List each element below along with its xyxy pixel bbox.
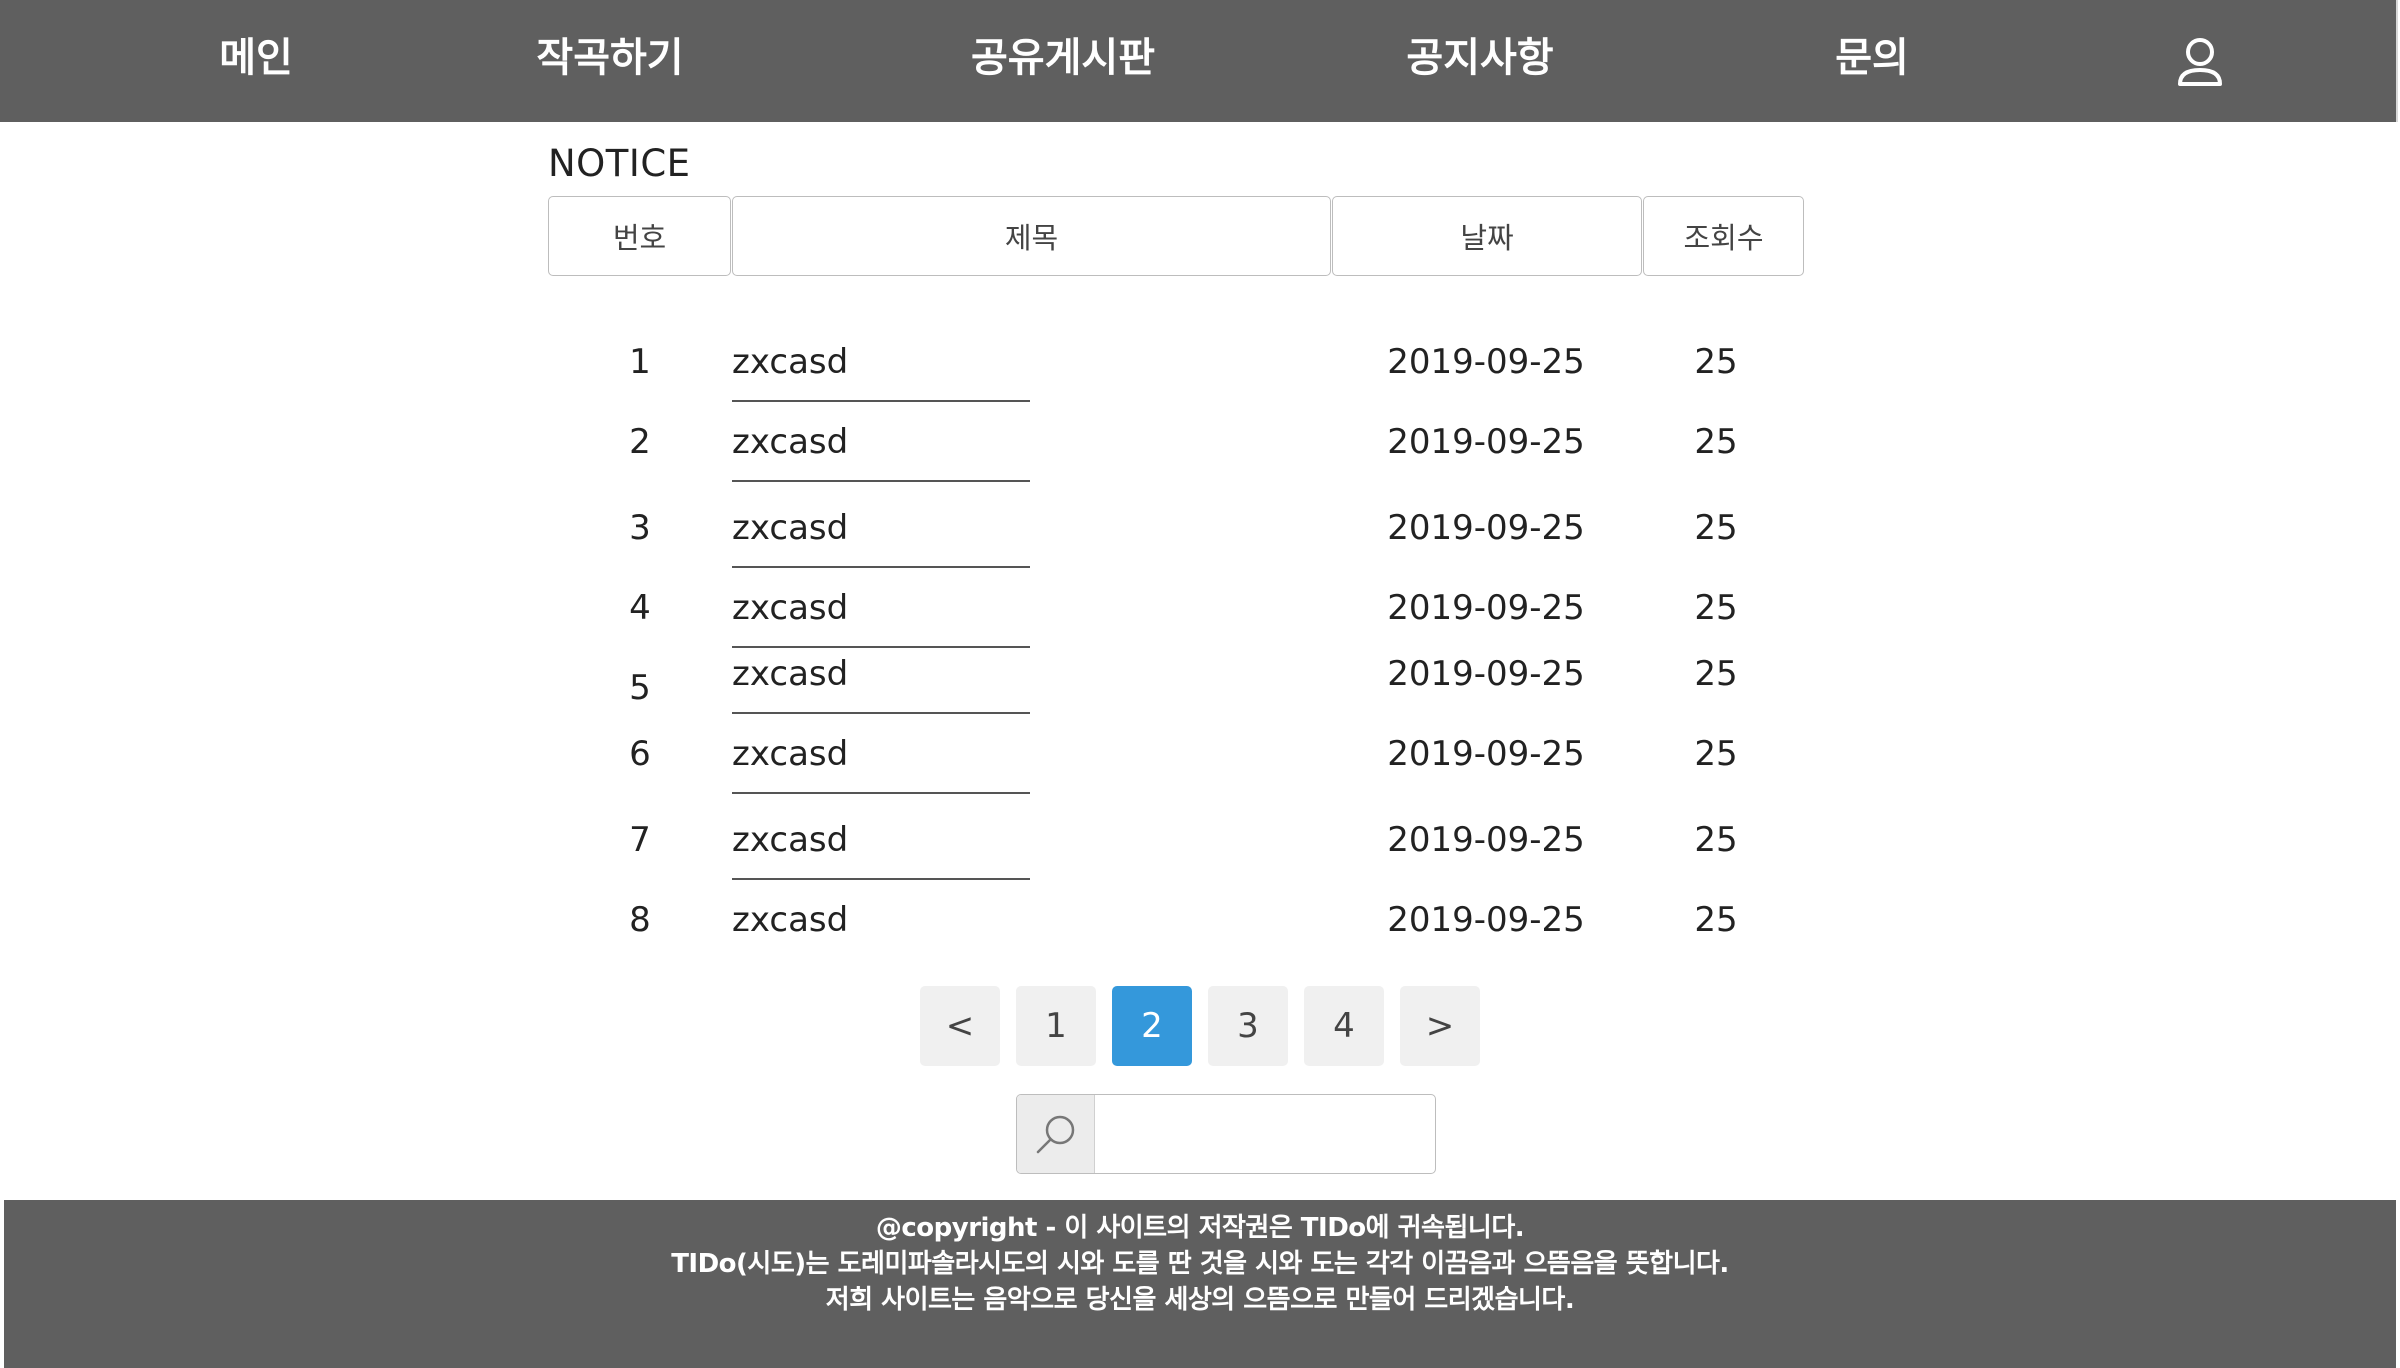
search-input[interactable] (1097, 1095, 1433, 1173)
search-box (1016, 1094, 1436, 1174)
nav-item-inquiry[interactable]: 문의 (1835, 0, 1909, 118)
row-number: 6 (629, 734, 651, 774)
row-date: 2019-09-25 (1387, 900, 1585, 940)
footer-description: TIDo(시도)는 도레미파솔라시도의 시와 도를 딴 것을 시와 도는 각각 … (671, 1249, 1729, 1279)
column-header-date: 날짜 (1332, 196, 1642, 276)
nav-item-main[interactable]: 메인 (219, 0, 293, 118)
row-number: 7 (629, 820, 651, 860)
row-title-link[interactable]: zxcasd (732, 654, 848, 694)
row-date: 2019-09-25 (1387, 734, 1585, 774)
row-number: 1 (629, 342, 651, 382)
row-views: 25 (1694, 900, 1738, 940)
row-number: 4 (629, 588, 651, 628)
row-date: 2019-09-25 (1387, 508, 1585, 548)
page-button-2-current[interactable]: 2 (1112, 986, 1192, 1066)
row-number: 8 (629, 900, 651, 940)
row-title-link[interactable]: zxcasd (732, 422, 848, 462)
page-button-1[interactable]: 1 (1016, 986, 1096, 1066)
title-underline (732, 566, 1030, 568)
search-icon[interactable] (1017, 1095, 1095, 1173)
title-underline (732, 400, 1030, 402)
title-underline (732, 712, 1030, 714)
page-button-4[interactable]: 4 (1304, 986, 1384, 1066)
column-header-num: 번호 (548, 196, 731, 276)
column-header-views: 조회수 (1643, 196, 1804, 276)
title-underline (732, 646, 1030, 648)
row-title-link[interactable]: zxcasd (732, 900, 848, 940)
row-date: 2019-09-25 (1387, 654, 1585, 694)
prev-page-button[interactable]: < (920, 986, 1000, 1066)
row-number: 5 (629, 668, 651, 708)
nav-item-notice[interactable]: 공지사항 (1406, 0, 1553, 118)
row-title-link[interactable]: zxcasd (732, 508, 848, 548)
row-views: 25 (1694, 342, 1738, 382)
next-page-button[interactable]: > (1400, 986, 1480, 1066)
page-title: NOTICE (548, 142, 691, 185)
user-icon[interactable] (2176, 36, 2224, 88)
row-title-link[interactable]: zxcasd (732, 588, 848, 628)
footer-copyright: @copyright - 이 사이트의 저작권은 TIDo에 귀속됩니다. (875, 1213, 1525, 1243)
row-title-link[interactable]: zxcasd (732, 820, 848, 860)
row-views: 25 (1694, 422, 1738, 462)
row-date: 2019-09-25 (1387, 422, 1585, 462)
top-nav-bar: 메인 작곡하기 공유게시판 공지사항 문의 (0, 0, 2398, 122)
row-number: 2 (629, 422, 651, 462)
nav-item-share-board[interactable]: 공유게시판 (971, 0, 1155, 118)
footer: @copyright - 이 사이트의 저작권은 TIDo에 귀속됩니다. TI… (4, 1200, 2396, 1368)
nav-item-compose[interactable]: 작곡하기 (536, 0, 683, 118)
title-underline (732, 792, 1030, 794)
row-title-link[interactable]: zxcasd (732, 734, 848, 774)
row-views: 25 (1694, 654, 1738, 694)
row-date: 2019-09-25 (1387, 820, 1585, 860)
row-title-link[interactable]: zxcasd (732, 342, 848, 382)
row-date: 2019-09-25 (1387, 342, 1585, 382)
column-header-title: 제목 (732, 196, 1331, 276)
row-views: 25 (1694, 588, 1738, 628)
footer-slogan: 저희 사이트는 음악으로 당신을 세상의 으뜸으로 만들어 드리겠습니다. (825, 1285, 1575, 1315)
title-underline (732, 480, 1030, 482)
page-button-3[interactable]: 3 (1208, 986, 1288, 1066)
row-views: 25 (1694, 734, 1738, 774)
row-views: 25 (1694, 820, 1738, 860)
title-underline (732, 878, 1030, 880)
row-date: 2019-09-25 (1387, 588, 1585, 628)
row-views: 25 (1694, 508, 1738, 548)
row-number: 3 (629, 508, 651, 548)
